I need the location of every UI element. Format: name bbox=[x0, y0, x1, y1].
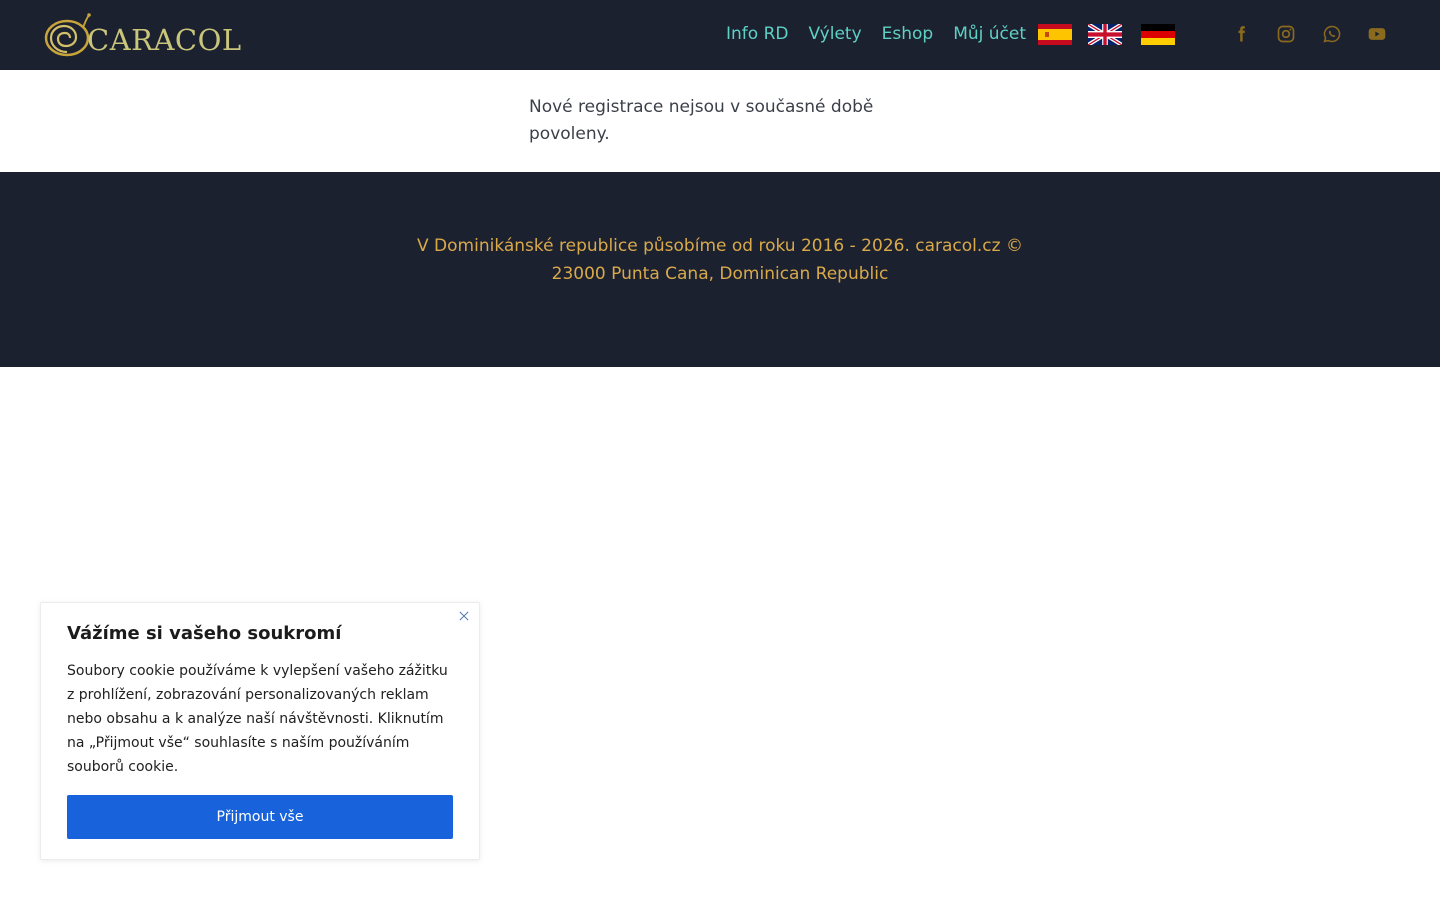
footer-line-company: V Dominikánské republice působíme od rok… bbox=[417, 236, 1023, 256]
whatsapp-icon[interactable] bbox=[1320, 22, 1344, 46]
site-footer: V Dominikánské republice působíme od rok… bbox=[0, 172, 1440, 367]
instagram-icon[interactable] bbox=[1274, 22, 1298, 46]
site-header: CARACOL Info RD Výlety Eshop Můj účet bbox=[0, 0, 1440, 70]
main-nav: Info RD Výlety Eshop Můj účet bbox=[726, 22, 1026, 46]
cookie-title: Vážíme si vašeho soukromí bbox=[67, 623, 342, 644]
nav-link-info-rd[interactable]: Info RD bbox=[726, 22, 788, 46]
accept-all-button[interactable]: Přijmout vše bbox=[67, 795, 453, 839]
caracol-logo[interactable]: CARACOL bbox=[43, 12, 253, 58]
nav-link-muj-ucet[interactable]: Můj účet bbox=[953, 22, 1026, 46]
youtube-icon[interactable] bbox=[1365, 22, 1389, 46]
footer-text: V Dominikánské republice působíme od rok… bbox=[0, 232, 1440, 288]
logo-text: CARACOL bbox=[87, 23, 242, 57]
footer-line-address: 23000 Punta Cana, Dominican Republic bbox=[551, 264, 889, 284]
nav-link-eshop[interactable]: Eshop bbox=[882, 22, 934, 46]
gb-flag-icon[interactable] bbox=[1088, 24, 1122, 45]
nav-link-vylety[interactable]: Výlety bbox=[808, 22, 861, 46]
de-flag-icon[interactable] bbox=[1141, 24, 1175, 45]
facebook-icon[interactable] bbox=[1229, 22, 1253, 46]
close-icon[interactable] bbox=[457, 609, 471, 623]
registration-disabled-message: Nové registrace nejsou v současné době p… bbox=[529, 97, 874, 144]
es-flag-icon[interactable] bbox=[1038, 24, 1072, 45]
cookie-description: Soubory cookie používáme k vylepšení vaš… bbox=[67, 663, 448, 775]
cookie-consent-banner: Vážíme si vašeho soukromí Soubory cookie… bbox=[40, 602, 480, 860]
